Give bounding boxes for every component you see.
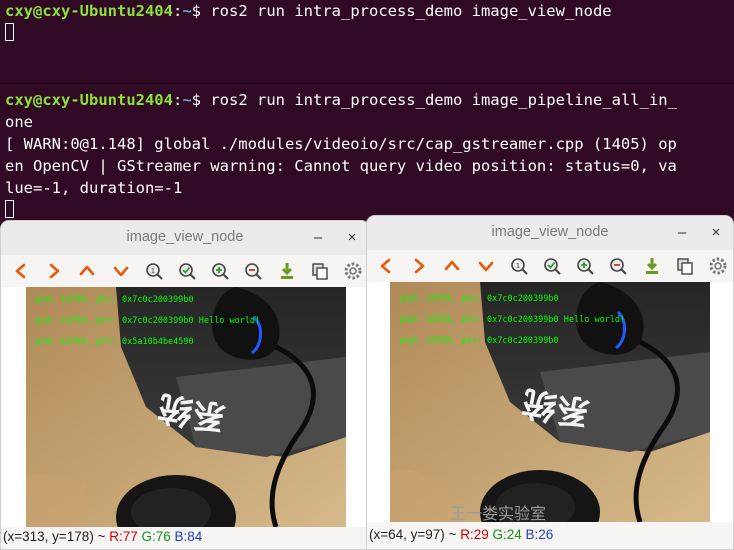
prompt-path: ~ <box>182 91 192 109</box>
close-button[interactable]: × <box>341 227 363 249</box>
minimize-button[interactable]: – <box>307 227 329 249</box>
terminal-cursor <box>5 23 14 41</box>
zoom-out-icon[interactable] <box>608 256 628 276</box>
overlay-text: pid: 13755, ptr: 0x7c0c200399b0 Hello wo… <box>400 315 626 325</box>
arrow-down-icon[interactable] <box>111 261 131 281</box>
pixel-r: R:29 <box>460 527 489 542</box>
terminal-window-top[interactable]: cxy@cxy-Ubuntu2404:~$ ros2 run intra_pro… <box>0 0 734 84</box>
pixel-g: G:24 <box>492 527 522 542</box>
save-icon[interactable] <box>277 261 297 281</box>
zoom-out-icon[interactable] <box>243 261 263 281</box>
settings-icon[interactable] <box>708 256 728 276</box>
prompt-path: ~ <box>182 2 192 20</box>
copy-icon[interactable] <box>675 256 695 276</box>
terminal-line: cxy@cxy-Ubuntu2404:~$ ros2 run intra_pro… <box>0 0 734 22</box>
arrow-left-icon[interactable] <box>376 256 396 276</box>
prompt-symbol: $ <box>191 91 211 109</box>
prompt-separator: : <box>172 91 183 109</box>
settings-icon[interactable] <box>343 261 363 281</box>
terminal-command: ros2 run intra_process_demo image_view_n… <box>210 2 612 20</box>
arrow-left-icon[interactable] <box>11 261 31 281</box>
arrow-right-icon[interactable] <box>409 256 429 276</box>
prompt-symbol: $ <box>191 2 211 20</box>
overlay-text: pid: 13755, ptr: 0x7c0c200399b0 Hello wo… <box>35 316 261 326</box>
zoom-fit-icon[interactable] <box>542 256 562 276</box>
zoom-reset-icon[interactable]: 1 <box>144 261 164 281</box>
minimize-button[interactable]: – <box>671 222 693 244</box>
pixel-coords: (x=64, y=97) ~ <box>369 527 461 542</box>
close-button[interactable]: × <box>705 222 727 244</box>
pixel-b: B:26 <box>525 527 554 542</box>
window-titlebar[interactable]: image_view_node – × <box>367 216 733 250</box>
save-icon[interactable] <box>642 256 662 276</box>
overlay-text: pid: 13755, ptr: 0x7c0c200399b0 <box>35 295 194 305</box>
window-titlebar[interactable]: image_view_node – × <box>1 221 369 255</box>
overlay-text: pid: 13793, ptr: 0x5a10b4be4590 <box>35 337 194 347</box>
prompt-user: cxy@cxy-Ubuntu2404 <box>5 2 173 20</box>
prompt-separator: : <box>172 2 183 20</box>
overlay-text: pid: 13755, ptr: 0x7c0c200399b0 <box>400 336 559 346</box>
zoom-in-icon[interactable] <box>210 261 230 281</box>
prompt-user: cxy@cxy-Ubuntu2404 <box>5 91 173 109</box>
terminal-output-line: en OpenCV | GStreamer warning: Cannot qu… <box>5 157 677 175</box>
svg-text:1: 1 <box>516 262 520 270</box>
terminal-output-line: lue=-1, duration=-1 <box>5 179 183 197</box>
status-bar: (x=64, y=97) ~ R:29 G:24 B:26 <box>369 527 553 542</box>
arrow-down-icon[interactable] <box>476 256 496 276</box>
zoom-in-icon[interactable] <box>575 256 595 276</box>
copy-icon[interactable] <box>310 261 330 281</box>
image-canvas[interactable]: 系统 pid: 13755, ptr: 0x7c0c200399b0 pid: … <box>1 287 369 527</box>
zoom-reset-icon[interactable]: 1 <box>509 256 529 276</box>
terminal-cursor <box>5 200 14 218</box>
viewer-toolbar: 1 <box>367 250 733 282</box>
image-canvas[interactable]: 系统 pid: 13755, ptr: 0x7c0c200399b0 pid: … <box>367 282 733 522</box>
arrow-up-icon[interactable] <box>442 256 462 276</box>
image-viewer-window-left[interactable]: image_view_node – × 1 系统 pid: 13755, ptr… <box>0 220 370 550</box>
image-viewer-window-right[interactable]: image_view_node – × 1 系统 pid: 13755, ptr… <box>366 215 734 550</box>
terminal-line: cxy@cxy-Ubuntu2404:~$ ros2 run intra_pro… <box>0 89 734 111</box>
viewer-toolbar: 1 <box>1 255 369 287</box>
terminal-command: ros2 run intra_process_demo image_pipeli… <box>210 91 677 109</box>
overlay-text: pid: 13755, ptr: 0x7c0c200399b0 <box>400 294 559 304</box>
terminal-window-bottom[interactable]: cxy@cxy-Ubuntu2404:~$ ros2 run intra_pro… <box>0 89 734 229</box>
svg-text:1: 1 <box>151 267 155 275</box>
arrow-up-icon[interactable] <box>77 261 97 281</box>
arrow-right-icon[interactable] <box>44 261 64 281</box>
zoom-fit-icon[interactable] <box>177 261 197 281</box>
terminal-output-line: [ WARN:0@1.148] global ./modules/videoio… <box>5 135 677 153</box>
watermark: 王一娄实验室 <box>450 506 547 523</box>
terminal-cursor-line <box>0 22 734 44</box>
terminal-line: one <box>5 113 33 131</box>
